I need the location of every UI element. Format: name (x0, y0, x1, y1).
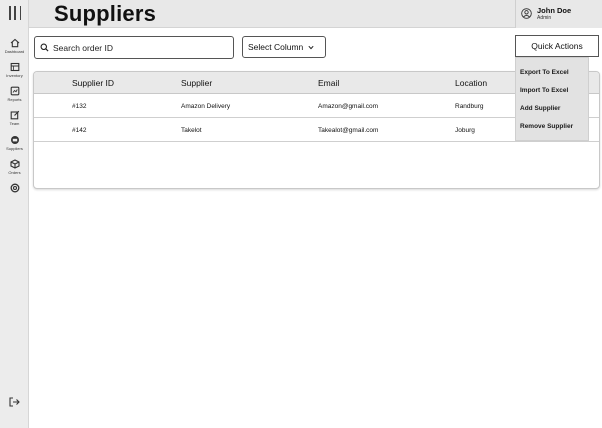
location-cell: Randburg (455, 103, 484, 110)
search-box[interactable] (34, 36, 234, 59)
search-icon (40, 43, 49, 52)
sidebar-item-label: Orders (8, 170, 21, 175)
supplier-id-cell: #132 (72, 103, 87, 110)
home-icon (10, 38, 19, 48)
sidebar-item-label: Inventory (6, 73, 23, 78)
sidebar-item-team[interactable]: Team (0, 110, 29, 126)
chevron-down-icon (308, 45, 314, 49)
column-header[interactable]: Email (318, 78, 339, 88)
sidebar-item-label: Team (9, 121, 20, 126)
supplier-name-cell: Takelot (181, 127, 202, 134)
quick-actions-menu: Export To Excel Import To Excel Add Supp… (515, 57, 589, 141)
orders-icon (9, 159, 20, 169)
supplier-id-cell: #142 (72, 127, 87, 134)
menu-item-import-excel[interactable]: Import To Excel (520, 87, 568, 94)
page-title: Suppliers (54, 1, 157, 26)
sidebar-item-reports[interactable]: Reports (0, 86, 29, 102)
column-header[interactable]: Supplier ID (72, 78, 114, 88)
sidebar-item-suppliers[interactable]: Suppliers (0, 135, 29, 151)
menu-icon[interactable] (9, 6, 21, 20)
sidebar-item-inventory[interactable]: Inventory (0, 62, 29, 78)
sidebar-item-orders[interactable]: Orders (0, 159, 29, 175)
email-cell: Takealot@gmail.com (318, 127, 379, 134)
sidebar-item-dashboard[interactable]: Dashboard (0, 38, 29, 54)
reports-icon (10, 86, 19, 96)
column-header[interactable]: Supplier (181, 78, 212, 88)
suppliers-icon (10, 136, 19, 144)
inventory-icon (10, 62, 19, 72)
menu-item-export-excel[interactable]: Export To Excel (520, 69, 569, 76)
email-cell: Amazon@gmail.com (318, 103, 379, 110)
settings-icon (10, 183, 19, 193)
sidebar-item-label: Reports (7, 97, 22, 102)
menu-item-remove-supplier[interactable]: Remove Supplier (520, 123, 573, 130)
search-input[interactable] (53, 42, 223, 53)
column-header[interactable]: Location (455, 78, 487, 88)
location-cell: Joburg (455, 127, 475, 134)
menu-item-add-supplier[interactable]: Add Supplier (520, 105, 560, 112)
sidebar-item-label: Suppliers (6, 146, 23, 151)
user-name: John Doe (537, 6, 572, 15)
sidebar-item-settings[interactable] (0, 183, 29, 193)
column-select[interactable]: Select Column (242, 36, 326, 58)
user-avatar-icon (521, 8, 532, 19)
user-role: Admin (537, 15, 552, 21)
top-bar: Suppliers John Doe Admin (29, 0, 602, 28)
sidebar-item-label: Dashboard (4, 49, 25, 54)
team-icon (10, 110, 19, 120)
user-profile[interactable]: John Doe Admin (515, 0, 602, 28)
logout-icon[interactable] (9, 397, 20, 407)
quick-actions-button[interactable]: Quick Actions (515, 35, 599, 57)
sidebar: Dashboard Inventory Reports Team Supplie… (0, 0, 29, 428)
supplier-name-cell: Amazon Delivery (181, 103, 231, 110)
column-select-label: Select Column (248, 42, 304, 52)
